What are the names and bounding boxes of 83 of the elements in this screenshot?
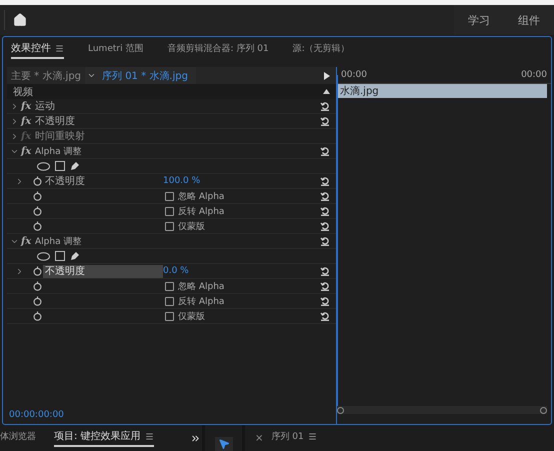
close-tab-button[interactable]: ×: [255, 432, 264, 444]
checkbox-label: 仅蒙版: [178, 310, 205, 322]
checkbox-label: 仅蒙版: [178, 220, 205, 232]
pen-icon[interactable]: [70, 161, 80, 171]
checkbox-label: 反转 Alpha: [178, 296, 224, 308]
panel-tab[interactable]: Lumetri 范围: [88, 42, 144, 58]
chevron-down-icon: [87, 71, 96, 80]
tab-label: 体浏览器: [0, 430, 36, 442]
reset-icon[interactable]: [320, 176, 330, 186]
reset-icon[interactable]: [320, 146, 330, 156]
reset-icon[interactable]: [320, 266, 330, 276]
stopwatch-icon[interactable]: [32, 176, 42, 186]
stopwatch-icon[interactable]: [32, 281, 42, 291]
ruler-start-time: 00:00: [341, 70, 367, 80]
stopwatch-icon[interactable]: [32, 221, 42, 231]
reset-icon[interactable]: [320, 281, 330, 291]
reset-icon[interactable]: [320, 191, 330, 201]
timecode[interactable]: 00:00:00:00: [7, 410, 336, 424]
tab-label: 项目: 键控效果应用: [54, 430, 141, 443]
panel-tab[interactable]: 音频剪辑混合器: 序列 01: [167, 42, 269, 58]
checkbox[interactable]: [165, 222, 174, 230]
effect-name: 运动: [35, 100, 55, 113]
effect-name: Alpha 调整: [35, 236, 82, 248]
checkbox-label: 忽略 Alpha: [178, 280, 224, 292]
stopwatch-icon[interactable]: [32, 206, 42, 216]
fx-label[interactable]: fx: [21, 100, 35, 112]
rectangle-mask-icon[interactable]: [55, 161, 65, 171]
checkbox[interactable]: [165, 282, 174, 290]
reset-icon[interactable]: [320, 101, 330, 111]
effect-name: 不透明度: [35, 114, 75, 128]
stopwatch-icon[interactable]: [32, 311, 42, 321]
checkbox[interactable]: [165, 192, 174, 200]
menu-icon[interactable]: [55, 44, 64, 52]
checkbox-label: 反转 Alpha: [178, 206, 224, 218]
panel-tab[interactable]: 体浏览器: [0, 430, 36, 446]
tab-label: 效果控件: [11, 42, 51, 55]
menu-icon[interactable]: [144, 432, 154, 440]
master-clip-label: 主要 * 水滴.jpg: [10, 70, 82, 82]
play-icon[interactable]: [324, 72, 330, 80]
panel-tab[interactable]: 效果控件: [11, 41, 64, 59]
fx-label[interactable]: fx: [21, 146, 35, 156]
reset-icon[interactable]: [320, 236, 330, 246]
ellipse-mask-icon[interactable]: [37, 162, 50, 170]
home-icon: [13, 13, 27, 27]
menu-icon[interactable]: [308, 432, 317, 440]
stopwatch-icon[interactable]: [32, 296, 42, 306]
pen-icon[interactable]: [70, 251, 80, 261]
parameter-label: 不透明度: [43, 264, 163, 278]
reset-icon[interactable]: [320, 311, 330, 321]
parameter-value[interactable]: 0.0 %: [163, 266, 189, 276]
reset-icon[interactable]: [320, 206, 330, 216]
reset-icon[interactable]: [320, 221, 330, 231]
ellipse-mask-icon[interactable]: [37, 252, 50, 260]
reset-icon[interactable]: [320, 296, 330, 306]
more-panels-icon[interactable]: [190, 432, 201, 444]
panel-tab[interactable]: 项目: 键控效果应用: [54, 429, 154, 447]
tab-label: 源:（无剪辑）: [292, 42, 350, 54]
tab-label: Lumetri 范围: [88, 42, 144, 54]
scroll-bar[interactable]: [337, 406, 547, 414]
checkbox-label: 忽略 Alpha: [178, 190, 224, 202]
tab-label: 音频剪辑混合器: 序列 01: [167, 42, 269, 54]
effect-name: Alpha 调整: [35, 146, 82, 158]
parameter-label: 不透明度: [44, 174, 86, 188]
fx-label[interactable]: fx: [21, 116, 35, 126]
ruler-end-time: 00:00: [521, 70, 547, 80]
checkbox[interactable]: [165, 206, 174, 216]
checkbox[interactable]: [165, 312, 174, 320]
tab-label: 序列 01: [271, 430, 304, 442]
rectangle-mask-icon[interactable]: [55, 251, 65, 261]
section-label: 视频: [13, 86, 33, 98]
reset-icon[interactable]: [320, 116, 330, 126]
effect-name: 时间重映射: [35, 130, 85, 143]
panel-tab[interactable]: 源:（无剪辑）: [292, 42, 350, 58]
sequence-tab[interactable]: 序列 01: [271, 430, 317, 446]
parameter-value[interactable]: 100.0 %: [163, 176, 200, 186]
collapse-icon[interactable]: [323, 89, 330, 94]
selection-tool-button[interactable]: [214, 437, 232, 451]
clip-bar[interactable]: 水滴.jpg: [337, 84, 547, 98]
fx-label[interactable]: fx: [21, 236, 35, 246]
sequence-dropdown[interactable]: 序列 01 * 水滴.jpg: [85, 67, 196, 84]
stopwatch-icon[interactable]: [32, 191, 42, 201]
stopwatch-icon[interactable]: [32, 266, 42, 276]
checkbox[interactable]: [165, 296, 174, 306]
